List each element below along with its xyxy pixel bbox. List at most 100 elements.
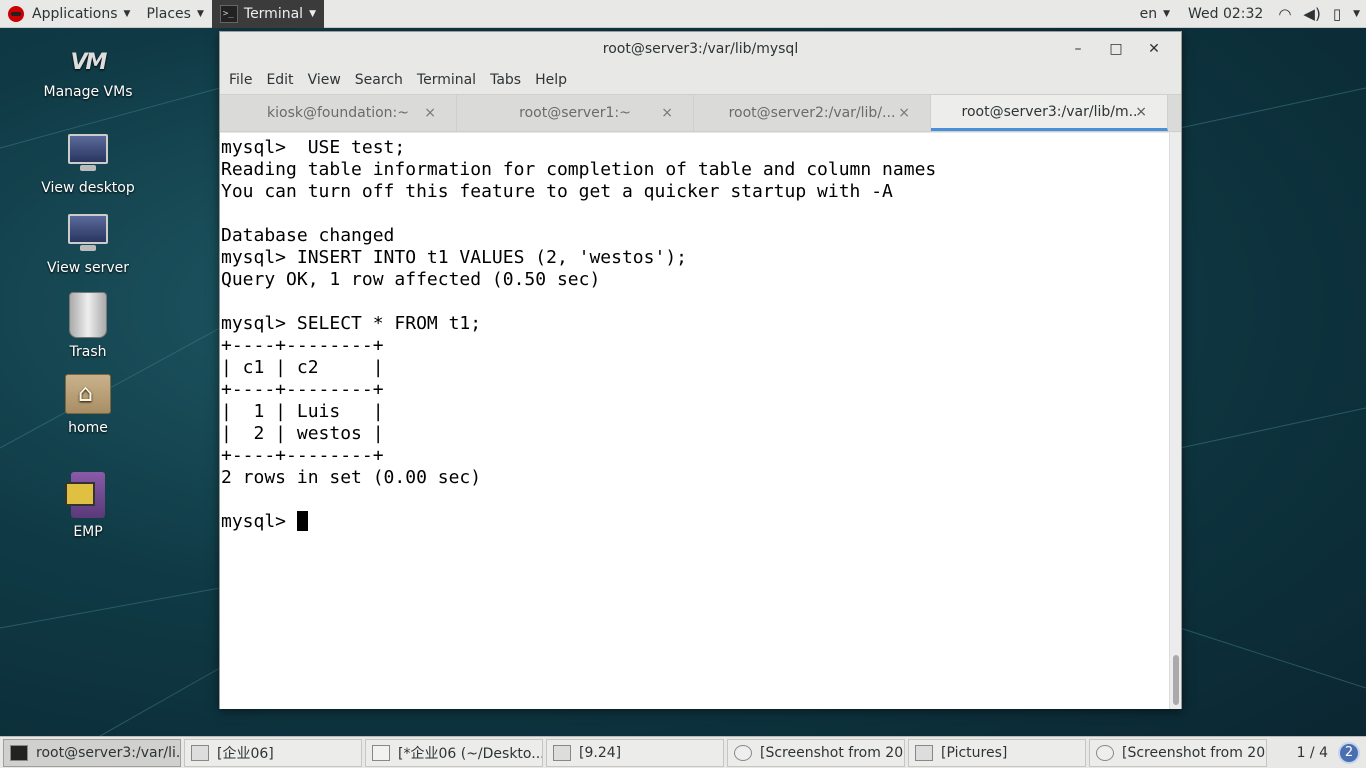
task-label: [Screenshot from 20... <box>1122 744 1267 761</box>
volume-icon[interactable]: ◀) <box>1297 5 1326 23</box>
terminal-line: mysql> USE test; <box>221 137 406 158</box>
terminal-line: 2 rows in set (0.00 sec) <box>221 467 482 488</box>
language-label: en <box>1139 5 1158 22</box>
screenshot-icon <box>1096 744 1114 761</box>
terminal-icon <box>10 744 28 761</box>
terminal-line: mysql> SELECT * FROM t1; <box>221 313 482 334</box>
notification-badge[interactable]: 2 <box>1338 741 1360 764</box>
menu-terminal[interactable]: Terminal <box>410 72 483 88</box>
redhat-logo-icon <box>8 5 24 22</box>
terminal-window: root@server3:/var/lib/mysql – □ ✕ File E… <box>219 31 1182 709</box>
menubar: File Edit View Search Terminal Tabs Help <box>220 66 1181 94</box>
file-manager-icon <box>915 744 933 761</box>
desktop-icon-label: home <box>68 420 108 436</box>
desktop-icon-view-desktop[interactable]: View desktop <box>28 134 148 196</box>
terminal-app-label: Terminal <box>243 5 304 22</box>
places-menu[interactable]: Places ▼ <box>138 0 211 28</box>
window-titlebar[interactable]: root@server3:/var/lib/mysql – □ ✕ <box>220 32 1181 66</box>
terminal-prompt: mysql> <box>221 511 297 532</box>
maximize-button[interactable]: □ <box>1097 41 1135 57</box>
vm-manager-icon: VM <box>70 50 108 75</box>
clock[interactable]: Wed 02:32 <box>1179 0 1272 28</box>
monitor-icon <box>66 134 110 174</box>
menu-view[interactable]: View <box>301 72 348 88</box>
scrollbar-thumb[interactable] <box>1173 655 1179 705</box>
close-icon[interactable]: × <box>661 105 673 121</box>
terminal-icon: >_ <box>219 4 238 23</box>
terminal-line: Reading table information for completion… <box>221 159 937 180</box>
terminal-line: Query OK, 1 row affected (0.50 sec) <box>221 269 601 290</box>
workspace-indicator[interactable]: 1 / 4 <box>1287 745 1338 761</box>
text-editor-icon <box>372 744 390 761</box>
tab-root-server3[interactable]: root@server3:/var/lib/m... × <box>931 95 1168 131</box>
terminal-scrollbar[interactable] <box>1169 133 1181 709</box>
terminal-prompt-line: mysql> <box>221 511 1170 533</box>
applications-label: Applications <box>32 5 118 22</box>
task-label: [Pictures] <box>941 744 1008 761</box>
close-icon[interactable]: × <box>424 105 436 121</box>
desktop-icon-label: Trash <box>69 344 107 360</box>
tab-kiosk-foundation[interactable]: kiosk@foundation:~ × <box>220 95 457 131</box>
desktop-icon-view-server[interactable]: View server <box>28 214 148 276</box>
chevron-down-icon: ▼ <box>196 8 204 19</box>
menu-tabs[interactable]: Tabs <box>483 72 528 88</box>
desktop-icon-label: Manage VMs <box>43 84 133 100</box>
desktop-icon-trash[interactable]: Trash <box>28 292 148 360</box>
tab-root-server1[interactable]: root@server1:~ × <box>457 95 694 131</box>
applications-menu[interactable]: Applications ▼ <box>0 0 138 28</box>
tab-label: kiosk@foundation:~ <box>267 105 409 121</box>
places-label: Places <box>146 5 191 22</box>
menu-file[interactable]: File <box>222 72 259 88</box>
task-label: root@server3:/var/li... <box>36 744 181 761</box>
terminal-app-menu[interactable]: >_ Terminal ▼ <box>211 0 324 28</box>
wifi-icon[interactable]: ◠ <box>1272 5 1297 23</box>
tab-label: root@server1:~ <box>519 105 631 121</box>
terminal-line: mysql> INSERT INTO t1 VALUES (2, 'westos… <box>221 247 687 268</box>
menu-help[interactable]: Help <box>528 72 574 88</box>
terminal-text: mysql> USE test; Reading table informatio… <box>220 133 1170 533</box>
language-selector[interactable]: en ▼ <box>1131 0 1179 28</box>
desktop-icon-label: View desktop <box>41 180 135 196</box>
terminal-line: | c1 | c2 | <box>221 357 384 378</box>
terminal-line: You can turn off this feature to get a q… <box>221 181 893 202</box>
chevron-down-icon: ▼ <box>309 8 316 19</box>
task-folder-qiye06[interactable]: [企业06] <box>184 738 362 767</box>
task-screenshot-1[interactable]: [Screenshot from 20... <box>727 738 905 767</box>
task-label: [Screenshot from 20... <box>760 744 905 761</box>
chevron-down-icon[interactable]: ▼ <box>1347 9 1366 19</box>
desktop-icon-label: View server <box>47 260 129 276</box>
monitor-icon <box>66 214 110 254</box>
task-editor-qiye06[interactable]: [*企业06 (~/Deskto... <box>365 738 543 767</box>
file-manager-icon <box>191 744 209 761</box>
minimize-button[interactable]: – <box>1059 41 1097 57</box>
task-folder-pictures[interactable]: [Pictures] <box>908 738 1086 767</box>
window-title: root@server3:/var/lib/mysql <box>602 41 799 57</box>
menu-search[interactable]: Search <box>348 72 410 88</box>
close-button[interactable]: ✕ <box>1135 41 1173 57</box>
task-folder-924[interactable]: [9.24] <box>546 738 724 767</box>
terminal-output[interactable]: mysql> USE test; Reading table informatio… <box>220 133 1170 709</box>
desktop-icon-label: EMP <box>73 524 103 540</box>
task-label: [*企业06 (~/Deskto... <box>398 745 543 762</box>
desktop-icon-manage-vms[interactable]: VM Manage VMs <box>28 50 148 100</box>
emp-icon <box>65 472 105 518</box>
clock-label: Wed 02:32 <box>1188 5 1264 22</box>
desktop-icon-emp[interactable]: EMP <box>28 472 148 540</box>
task-screenshot-2[interactable]: [Screenshot from 20... <box>1089 738 1267 767</box>
battery-icon[interactable]: ▯ <box>1327 5 1347 23</box>
trash-icon <box>69 292 107 338</box>
terminal-line: | 1 | Luis | <box>221 401 384 422</box>
close-icon[interactable]: × <box>1135 104 1147 120</box>
close-icon[interactable]: × <box>898 105 910 121</box>
terminal-line: +----+--------+ <box>221 335 384 356</box>
menu-edit[interactable]: Edit <box>259 72 300 88</box>
terminal-line: Database changed <box>221 225 395 246</box>
tab-root-server2[interactable]: root@server2:/var/lib/... × <box>694 95 931 131</box>
chevron-down-icon: ▼ <box>1163 8 1170 19</box>
bottom-taskbar: root@server3:/var/li... [企业06] [*企业06 (~… <box>0 736 1366 768</box>
task-terminal[interactable]: root@server3:/var/li... <box>3 738 181 767</box>
desktop-icon-home[interactable]: home <box>28 374 148 436</box>
